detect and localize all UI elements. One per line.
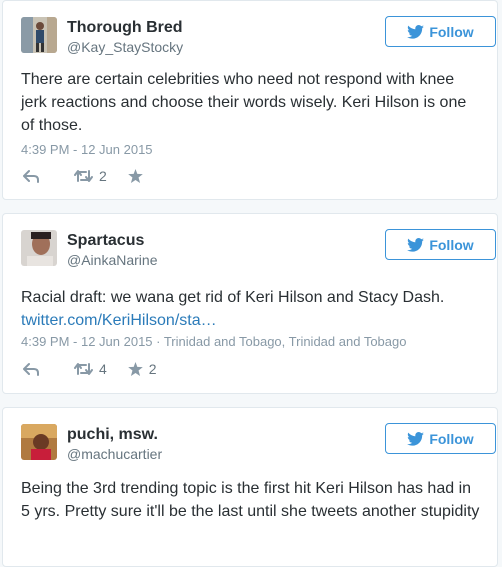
tweet-text: There are certain celebrities who need n… bbox=[21, 71, 467, 134]
tweet-timestamp[interactable]: 4:39 PM - 12 Jun 2015 bbox=[21, 142, 153, 157]
display-name[interactable]: puchi, msw. bbox=[67, 426, 158, 444]
tweet-location[interactable]: · Trinidad and Tobago, Trinidad and Toba… bbox=[153, 334, 406, 349]
tweet-actions: 4 2 bbox=[21, 359, 157, 379]
user-handle[interactable]: @machucartier bbox=[67, 446, 162, 462]
retweet-button[interactable]: 2 bbox=[74, 168, 107, 184]
follow-button[interactable]: Follow bbox=[385, 16, 496, 47]
user-handle[interactable]: @Kay_StayStocky bbox=[67, 39, 183, 55]
tweet-actions: 2 bbox=[21, 166, 149, 186]
reply-icon bbox=[23, 170, 39, 183]
follow-label: Follow bbox=[429, 430, 474, 447]
tweet-card: Thorough Bred @Kay_StayStocky Follow The… bbox=[2, 0, 498, 200]
favorite-button[interactable]: 2 bbox=[127, 361, 157, 377]
tweet-card: Spartacus @AinkaNarine Follow Racial dra… bbox=[2, 213, 498, 394]
favorite-star-icon bbox=[127, 169, 143, 183]
retweet-button[interactable]: 4 bbox=[74, 361, 107, 377]
display-name[interactable]: Spartacus bbox=[67, 232, 144, 250]
reply-button[interactable] bbox=[23, 362, 39, 376]
reply-icon bbox=[23, 363, 39, 376]
avatar[interactable] bbox=[21, 17, 57, 53]
twitter-bird-icon bbox=[407, 431, 425, 446]
favorite-star-icon bbox=[127, 362, 143, 376]
tweet-text: Racial draft: we wana get rid of Keri Hi… bbox=[21, 286, 483, 332]
follow-button[interactable]: Follow bbox=[385, 229, 496, 260]
tweet-body: Racial draft: we wana get rid of Keri Hi… bbox=[21, 289, 445, 306]
avatar[interactable] bbox=[21, 424, 57, 460]
display-name[interactable]: Thorough Bred bbox=[67, 19, 183, 37]
tweet-card: puchi, msw. @machucartier Follow Being t… bbox=[2, 407, 498, 567]
retweet-count: 2 bbox=[99, 168, 107, 184]
follow-label: Follow bbox=[429, 236, 474, 253]
twitter-bird-icon bbox=[407, 24, 425, 39]
avatar[interactable] bbox=[21, 230, 57, 266]
favorite-button[interactable] bbox=[127, 169, 149, 183]
tweet-link[interactable]: twitter.com/KeriHilson/sta… bbox=[21, 312, 217, 329]
tweet-text: Being the 3rd trending topic is the firs… bbox=[21, 480, 480, 520]
follow-label: Follow bbox=[429, 23, 474, 40]
favorite-count: 2 bbox=[148, 361, 157, 377]
retweet-icon bbox=[74, 170, 93, 182]
retweet-icon bbox=[74, 363, 93, 375]
timestamp-text: 4:39 PM - 12 Jun 2015 bbox=[21, 142, 153, 157]
timestamp-text: 4:39 PM - 12 Jun 2015 bbox=[21, 334, 153, 349]
twitter-bird-icon bbox=[407, 237, 425, 252]
tweet-timestamp[interactable]: 4:39 PM - 12 Jun 2015 · Trinidad and Tob… bbox=[21, 334, 406, 349]
retweet-count: 4 bbox=[99, 361, 107, 377]
reply-button[interactable] bbox=[23, 169, 39, 183]
user-handle[interactable]: @AinkaNarine bbox=[67, 252, 157, 268]
follow-button[interactable]: Follow bbox=[385, 423, 496, 454]
